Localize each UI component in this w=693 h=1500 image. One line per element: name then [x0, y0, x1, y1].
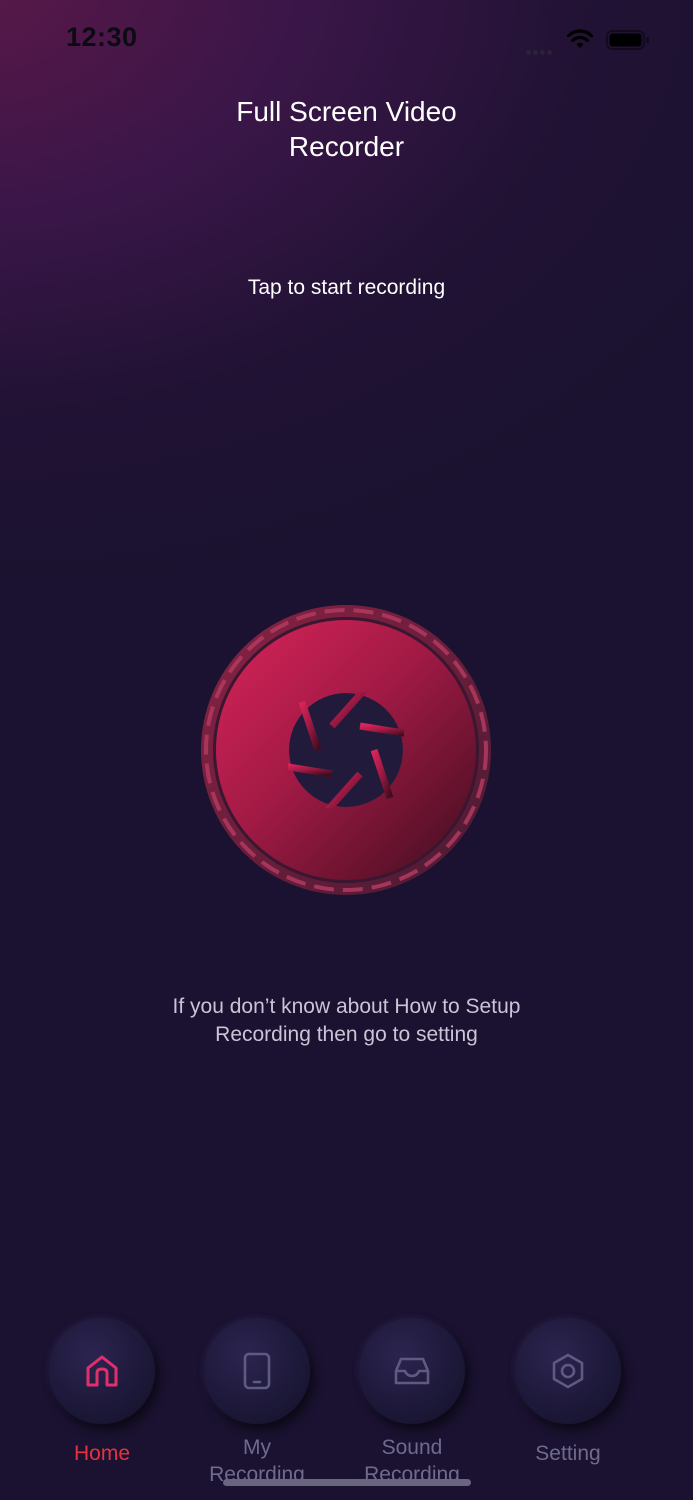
- battery-icon: [606, 30, 650, 55]
- tab-home-label: Home: [73, 1442, 131, 1465]
- tab-sound-recording-label-line1: Sound: [381, 1436, 443, 1459]
- tab-sound-recording[interactable]: Sound Recording: [342, 1310, 482, 1488]
- record-button[interactable]: [200, 604, 492, 896]
- page-title-line1: Full Screen Video: [236, 96, 457, 127]
- cellular-signal-icon: [526, 42, 554, 60]
- status-time: 12:30: [66, 22, 138, 52]
- tab-sound-recording-button[interactable]: [359, 1318, 465, 1424]
- tab-home[interactable]: Home: [32, 1310, 172, 1467]
- home-indicator: [223, 1479, 471, 1486]
- tab-my-recording-button[interactable]: [204, 1318, 310, 1424]
- tab-bar: Home My Recording Sound Recording Settin…: [0, 1310, 693, 1500]
- page-title: Full Screen Video Recorder: [0, 94, 693, 164]
- camera-shutter-icon: [288, 692, 404, 808]
- gear-icon: [552, 1353, 584, 1389]
- setup-info-line2: Recording then go to setting: [215, 1023, 478, 1046]
- home-icon: [86, 1355, 118, 1387]
- start-recording-hint: Tap to start recording: [247, 276, 446, 299]
- wifi-icon: [566, 28, 594, 55]
- setup-info-text: If you don’t know about How to Setup Rec…: [0, 993, 693, 1049]
- tab-setting[interactable]: Setting: [498, 1310, 638, 1467]
- setup-info-line1: If you don’t know about How to Setup: [172, 995, 521, 1018]
- tab-setting-label: Setting: [535, 1442, 601, 1465]
- page-title-line2: Recorder: [288, 131, 405, 162]
- tab-my-recording-label-line1: My: [243, 1436, 271, 1459]
- tab-home-button[interactable]: [49, 1318, 155, 1424]
- inbox-icon: [394, 1357, 430, 1385]
- tab-my-recording[interactable]: My Recording: [187, 1310, 327, 1488]
- tab-setting-button[interactable]: [515, 1318, 621, 1424]
- status-bar: 12:30: [0, 0, 693, 80]
- phone-icon: [243, 1352, 271, 1390]
